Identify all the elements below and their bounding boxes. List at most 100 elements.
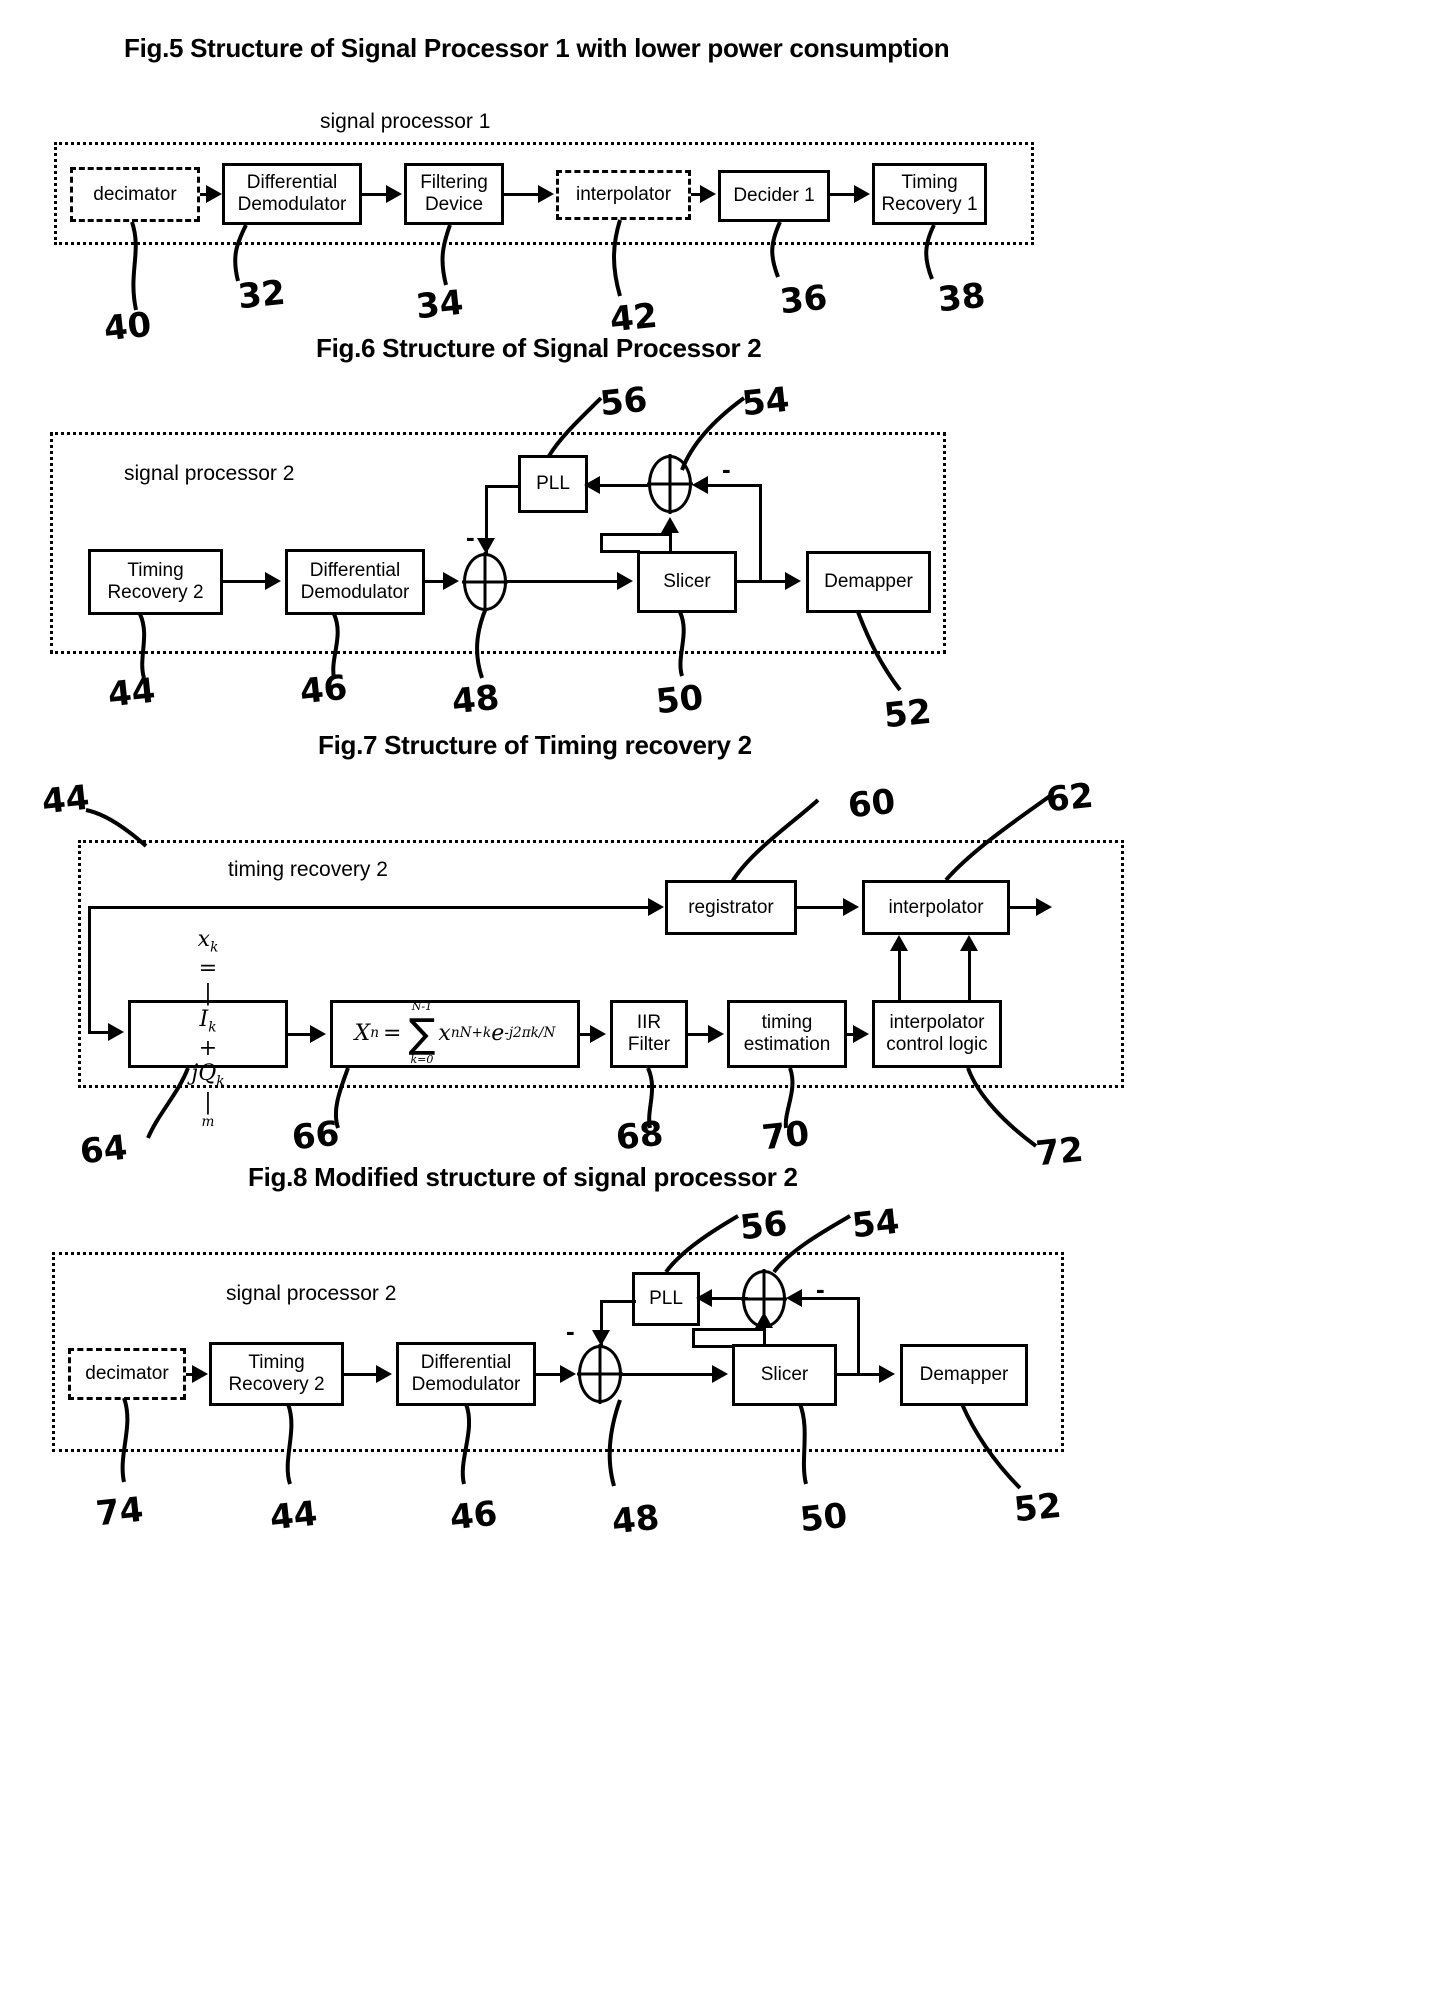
fig5-leader-38	[914, 224, 974, 281]
fig7-interpolator-block[interactable]: interpolator	[862, 880, 1010, 935]
fig7-formula1-in-arrow	[108, 1023, 124, 1041]
fig6-differential-demodulator-block[interactable]: Differential Demodulator	[285, 549, 425, 615]
fig7-arrow-iir-est	[708, 1025, 724, 1043]
fig8-conn-3	[622, 1373, 712, 1376]
fig8-timingrec-line2: Recovery 2	[228, 1374, 325, 1395]
fig7-timingest-line2: estimation	[743, 1034, 831, 1055]
fig6-summing-node-48[interactable]	[463, 553, 507, 611]
fig7-ctrl-line2: control logic	[886, 1034, 988, 1055]
fig6-sum54-right-arrow	[692, 476, 708, 494]
fig5-arrow-5	[854, 185, 870, 203]
fig5-ref-38: 38	[936, 275, 988, 321]
fig7-ctrl-up-v1	[898, 951, 901, 1000]
fig7-magnitude-formula-block[interactable]: xk = | Ik + jQk | m	[128, 927, 288, 1130]
fig8-ref-48: 48	[610, 1497, 662, 1543]
fig8-ref-74: 74	[94, 1489, 146, 1535]
fig5-filtering-line1: Filtering	[420, 172, 488, 194]
fig5-diffdemod-line2: Demodulator	[237, 194, 347, 215]
fig7-ref-62: 62	[1044, 775, 1096, 821]
fig5-interpolator-label: interpolator	[575, 184, 672, 206]
fig8-timingrec-line1: Timing	[248, 1352, 305, 1374]
fig6-conn-4	[737, 580, 787, 583]
fig7-leader-44	[85, 806, 156, 854]
fig6-ref-48: 48	[450, 677, 502, 723]
fig8-timing-recovery-2-block[interactable]: Timing Recovery 2	[209, 1342, 344, 1406]
fig5-decider-label: Decider 1	[733, 185, 815, 207]
fig8-demapper-block[interactable]: Demapper	[900, 1344, 1028, 1406]
fig8-ref-54: 54	[850, 1201, 902, 1247]
fig7-interpolator-label: interpolator	[888, 896, 984, 918]
fig8-diffdemod-line1: Differential	[420, 1352, 512, 1374]
fig7-input-drop	[88, 906, 91, 1034]
fig5-decider-1-block[interactable]: Decider 1	[718, 170, 830, 222]
fig6-timingrec-line2: Recovery 2	[107, 582, 204, 603]
fig5-timing-recovery-1-block[interactable]: Timing Recovery 1	[872, 163, 987, 225]
fig6-pll-label: PLL	[536, 473, 570, 495]
fig7-ref-70: 70	[760, 1113, 812, 1159]
fig7-iir-filter-block[interactable]: IIR Filter	[610, 1000, 688, 1068]
fig5-ref-34: 34	[414, 282, 466, 328]
fig5-differential-demodulator-block[interactable]: Differential Demodulator	[222, 163, 362, 225]
fig7-ctrl-line1: interpolator	[889, 1012, 985, 1034]
fig7-input-bus	[88, 906, 650, 909]
fig7-registrator-in-arrow	[648, 898, 664, 916]
fig6-container-title: signal processor 2	[124, 462, 295, 485]
fig7-arrow-est-ctrl	[853, 1025, 869, 1043]
fig7-leader-60	[702, 798, 832, 886]
fig6-timing-recovery-2-block[interactable]: Timing Recovery 2	[88, 549, 223, 615]
fig8-decimator-block[interactable]: decimator	[68, 1348, 186, 1400]
fig6-leader-44	[126, 613, 186, 680]
fig5-interpolator-block[interactable]: interpolator	[556, 170, 691, 220]
fig8-summing-node-48[interactable]	[578, 1345, 622, 1403]
fig5-leader-36	[760, 221, 820, 280]
fig6-pll-block[interactable]: PLL	[518, 455, 588, 513]
fig6-slicer-label: Slicer	[663, 571, 711, 593]
fig7-leader-72	[948, 1067, 1048, 1150]
fig8-minus-sign-a: -	[566, 1316, 575, 1346]
fig6-diffdemod-line1: Differential	[309, 560, 401, 582]
fig8-pll-block[interactable]: PLL	[632, 1272, 700, 1326]
fig6-slicer-block[interactable]: Slicer	[637, 551, 737, 613]
fig7-timingest-line1: timing	[761, 1012, 813, 1034]
fig6-slicer-tap-h2	[600, 550, 640, 553]
fig8-arrow-2	[560, 1365, 576, 1383]
fig7-ref-68: 68	[614, 1113, 666, 1159]
fig8-differential-demodulator-block[interactable]: Differential Demodulator	[396, 1342, 536, 1406]
fig8-slicer-block[interactable]: Slicer	[732, 1344, 837, 1406]
fig8-arrow-1	[376, 1365, 392, 1383]
fig7-dft-formula-block[interactable]: Xn = N-1 ∑ k=0 x nN+k e -j2πk/N	[330, 1000, 580, 1068]
fig7-interp-out-arrow	[1036, 898, 1052, 916]
fig5-ref-32: 32	[236, 272, 288, 318]
fig8-ref-46: 46	[448, 1493, 500, 1539]
fig7-leader-62	[916, 794, 1066, 884]
fig6-demapper-block[interactable]: Demapper	[806, 551, 931, 613]
fig8-leader-52	[950, 1403, 1040, 1490]
fig8-pll-label: PLL	[649, 1288, 683, 1310]
fig7-arrow-f2-iir	[590, 1025, 606, 1043]
fig6-ref-46: 46	[298, 667, 350, 713]
fig5-timingrec-line1: Timing	[901, 172, 958, 194]
fig8-ref-52: 52	[1012, 1485, 1064, 1531]
fig7-registrator-label: registrator	[688, 896, 774, 918]
fig6-ref-50: 50	[654, 677, 706, 723]
fig7-registrator-block[interactable]: registrator	[665, 880, 797, 935]
fig7-interpolator-control-logic-block[interactable]: interpolator control logic	[872, 1000, 1002, 1068]
fig7-iir-line1: IIR	[636, 1012, 662, 1034]
fig7-ctrl-up-arrow1	[890, 935, 908, 951]
fig8-diffdemod-line2: Demodulator	[411, 1374, 521, 1395]
fig8-conn-2	[536, 1373, 562, 1376]
fig7-ctrl-up-arrow2	[960, 935, 978, 951]
fig7-timing-estimation-block[interactable]: timing estimation	[727, 1000, 847, 1068]
fig5-decimator-label: decimator	[93, 183, 177, 205]
fig5-filtering-device-block[interactable]: Filtering Device	[404, 163, 504, 225]
fig5-ref-40: 40	[102, 304, 154, 350]
fig5-decimator-block[interactable]: decimator	[70, 167, 200, 222]
fig8-leader-74	[108, 1397, 168, 1484]
fig5-conn-2	[362, 193, 388, 196]
fig5-leader-40	[120, 221, 180, 312]
fig8-ref-50: 50	[798, 1495, 850, 1541]
fig5-arrow-1	[206, 185, 222, 203]
fig8-sum54-right-v	[857, 1297, 860, 1373]
fig6-pll-out-arrow	[477, 538, 495, 554]
fig5-arrow-2	[386, 185, 402, 203]
